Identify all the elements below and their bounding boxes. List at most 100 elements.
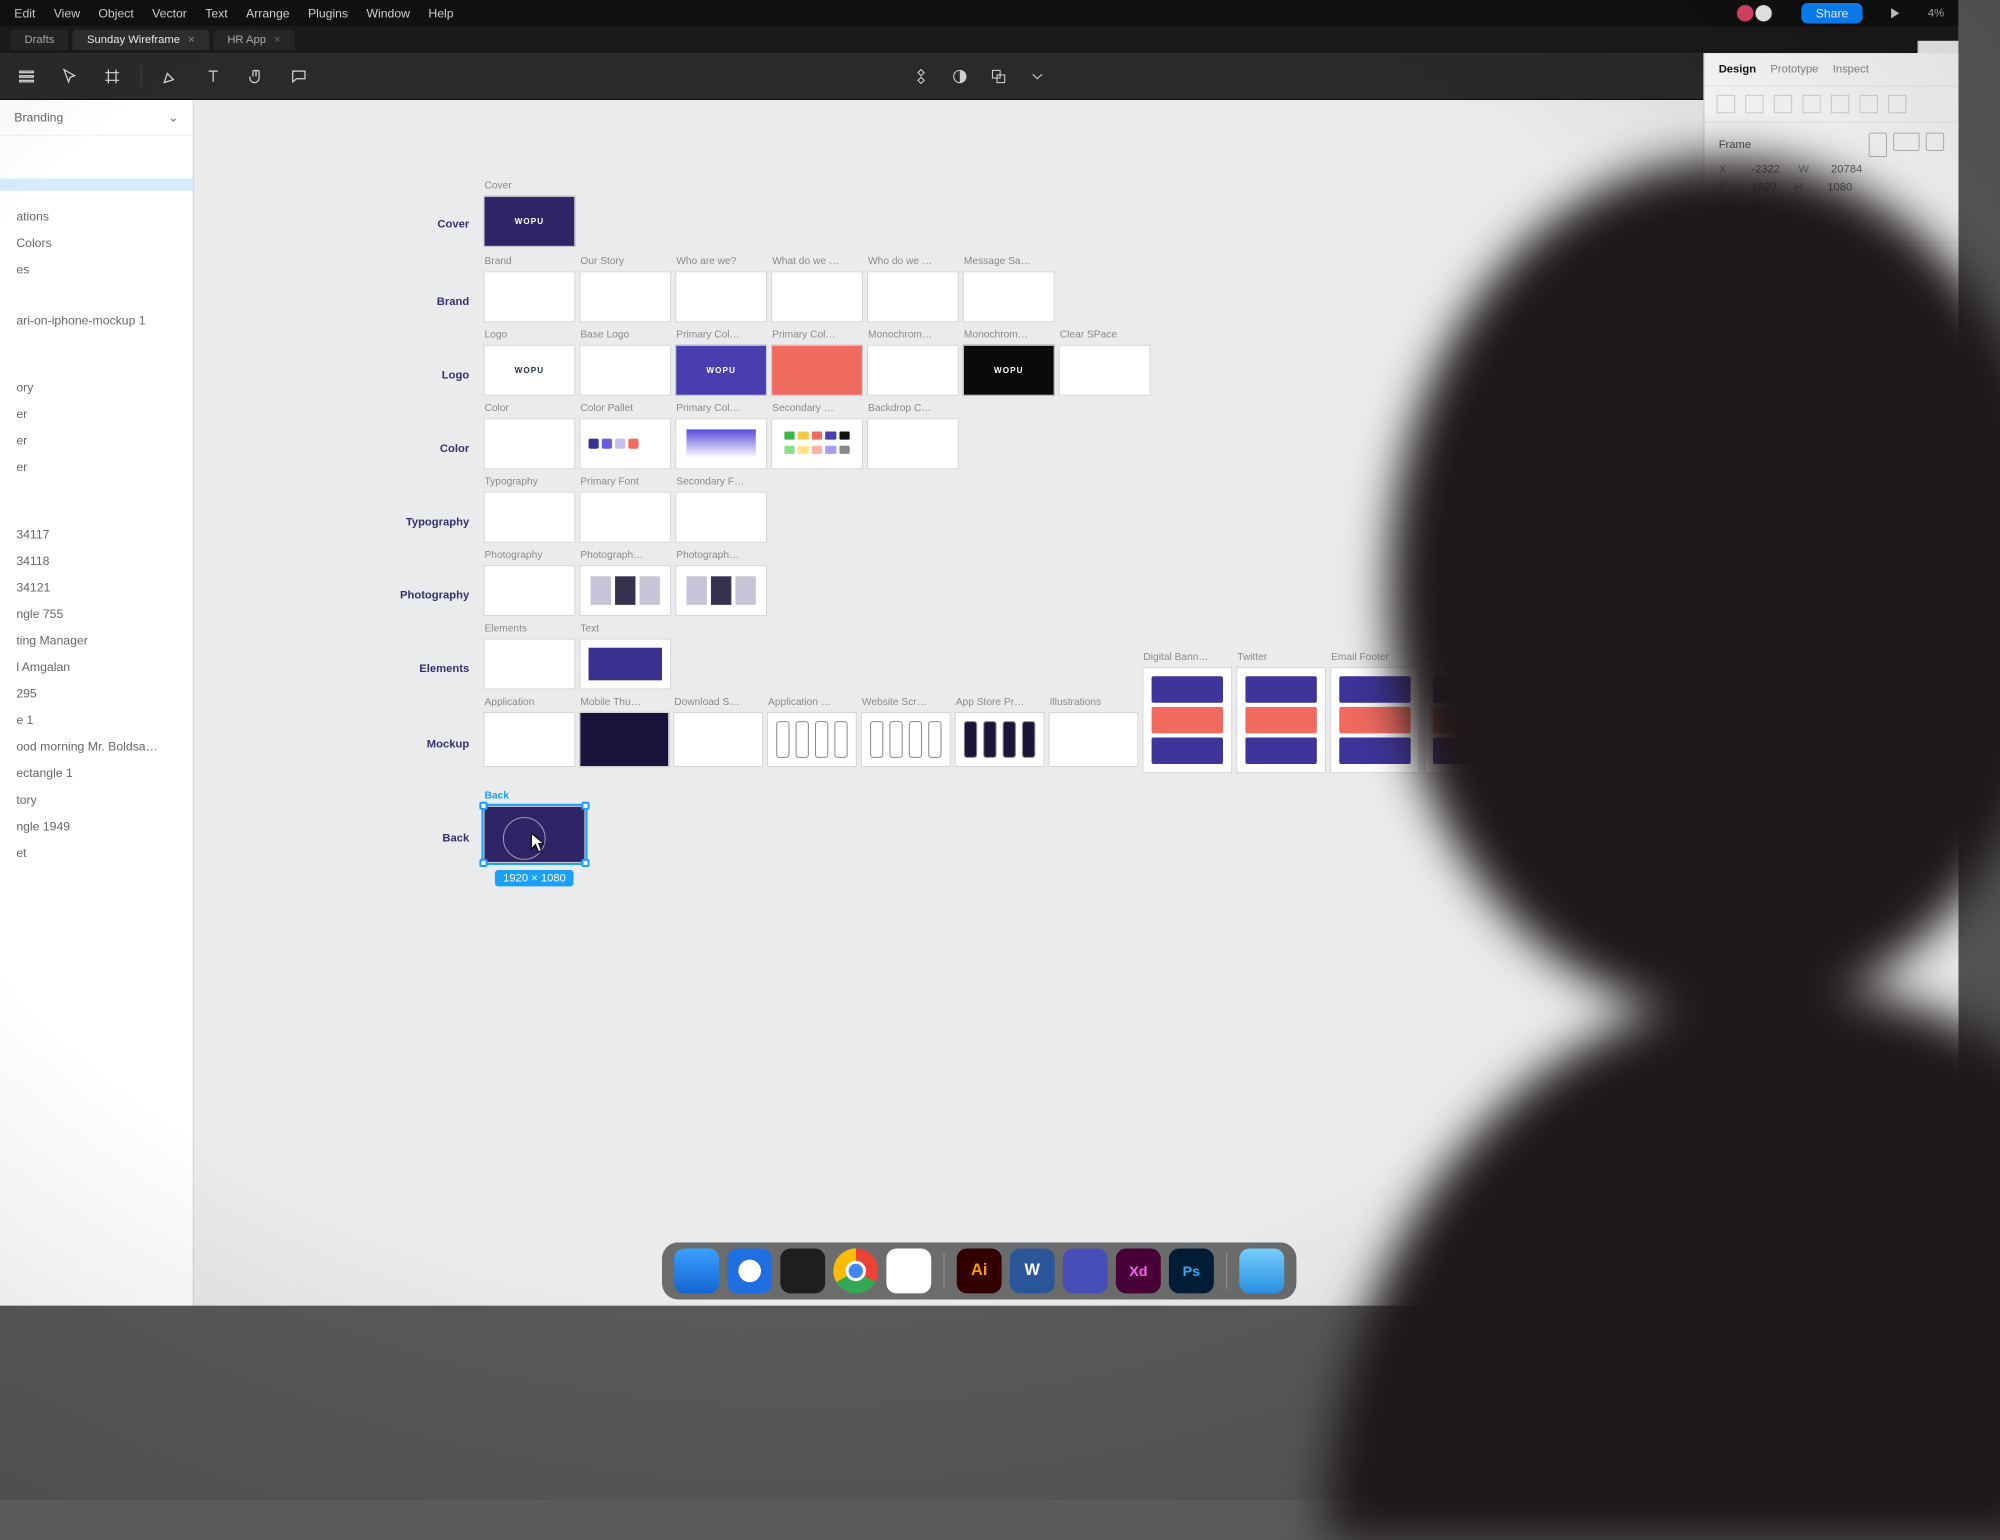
layer-item[interactable]: er [0,427,193,454]
frame-thumbnail[interactable]: Download S… [673,712,763,767]
layer-item[interactable] [0,142,193,154]
comment-tool-icon[interactable] [285,62,314,91]
auto-layout-label[interactable]: Auto layout [1719,253,1775,265]
tab-prototype[interactable]: Prototype [1770,63,1818,75]
layer-item[interactable]: ectangle 1 [0,760,193,787]
frame-thumbnail[interactable]: Color Pallet [579,418,671,469]
dock-app-illustrator[interactable]: Ai [957,1248,1002,1293]
selection-handle[interactable] [479,802,487,810]
menu-edit[interactable]: Edit [14,6,35,20]
frame-preset-square-icon[interactable] [1926,133,1944,151]
tab-drafts[interactable]: Drafts [10,30,68,50]
dock-app-downloads[interactable] [1239,1248,1284,1293]
frame-thumbnail[interactable]: App Store Pr… [955,712,1045,767]
frame-section-elements[interactable]: Elements [483,639,575,690]
dock-app-word[interactable]: W [1010,1248,1055,1293]
chevron-down-icon[interactable] [1025,64,1049,88]
layer-item[interactable]: 34121 [0,574,193,601]
frame-thumbnail[interactable]: Illustrations [1049,712,1139,767]
layer-item[interactable]: ory [0,374,193,401]
avatar[interactable] [1754,4,1772,22]
h-field[interactable]: 1080 [1827,182,1852,194]
menu-help[interactable]: Help [428,6,453,20]
pen-tool-icon[interactable] [156,62,185,91]
component-icon[interactable] [909,64,933,88]
page-selector[interactable]: Branding [14,110,63,124]
frame-thumbnail[interactable]: Photograph… [675,565,767,616]
layer-item[interactable]: e 1 [0,707,193,734]
dock-app-photoshop[interactable]: Ps [1169,1248,1214,1293]
frame-thumbnail[interactable]: Monochrom… [867,345,959,396]
w-field[interactable]: 20784 [1831,163,1862,175]
layer-item[interactable]: ations [0,203,193,230]
selection-handle[interactable] [581,802,589,810]
canvas[interactable]: Cover Brand Logo Color Typography Photog… [194,100,1704,1306]
frame-preset-landscape-icon[interactable] [1893,133,1920,151]
layer-item[interactable]: Colors [0,230,193,257]
align-top-icon[interactable] [1802,95,1820,113]
close-icon[interactable]: × [188,34,195,46]
layer-item[interactable]: er [0,454,193,481]
frame-section-typography[interactable]: Typography [483,492,575,543]
menu-object[interactable]: Object [98,6,133,20]
align-right-icon[interactable] [1774,95,1792,113]
frame-thumbnail[interactable]: Base Logo [579,345,671,396]
y-field[interactable]: 1620 [1751,182,1776,194]
main-menu-icon[interactable] [12,62,41,91]
frame-section-color[interactable]: Color [483,418,575,469]
chevron-down-icon[interactable]: ⌄ [168,110,178,124]
close-icon[interactable]: × [274,34,281,46]
dock-app-figma[interactable] [780,1248,825,1293]
frame-section-photography[interactable]: Photography [483,565,575,616]
frame-tool-icon[interactable] [98,62,127,91]
frame-section-logo[interactable]: Logo WOPU [483,345,575,396]
tab-design[interactable]: Design [1719,63,1756,75]
frame-thumbnail[interactable]: Mobile Thu… [579,712,669,767]
layer-item[interactable]: 34117 [0,521,193,548]
frame-thumbnail[interactable]: What do we … [771,271,863,322]
dock-app-chrome[interactable] [833,1248,878,1293]
dock-app-teams[interactable] [1063,1248,1108,1293]
present-icon[interactable] [1891,8,1899,18]
layer-item[interactable] [0,166,193,178]
menu-arrange[interactable]: Arrange [246,6,290,20]
frame-section-brand[interactable]: Brand [483,271,575,322]
frame-thumbnail[interactable]: Digital Bann… [1142,667,1232,773]
tab-hr-app[interactable]: HR App× [213,30,295,50]
frame-thumbnail[interactable]: Website Scr… [861,712,951,767]
avatar[interactable] [1736,4,1754,22]
frame-elements-text[interactable]: Text [579,639,671,690]
menu-vector[interactable]: Vector [152,6,187,20]
boolean-icon[interactable] [986,64,1010,88]
frame-thumbnail[interactable]: Primary Col…WOPU [675,345,767,396]
frame-thumbnail[interactable]: Twitter [1236,667,1326,773]
dock-app-xd[interactable]: Xd [1116,1248,1161,1293]
layer-item[interactable]: 295 [0,680,193,707]
frame-cover[interactable]: Cover WOPU [483,196,575,247]
mask-icon[interactable] [948,64,972,88]
frame-thumbnail[interactable]: Stationery [1424,667,1514,773]
layer-item[interactable]: ngle 1949 [0,813,193,840]
layer-item[interactable]: er [0,401,193,428]
frame-thumbnail[interactable]: Our Story [579,271,671,322]
selection-handle[interactable] [479,859,487,867]
tab-sunday-wireframe[interactable]: Sunday Wireframe× [73,30,209,50]
frame-preset-portrait-icon[interactable] [1869,133,1887,157]
layer-item[interactable]: l Amgalan [0,654,193,681]
layer-item[interactable]: es [0,256,193,283]
layer-item[interactable]: ood morning Mr. Boldsa… [0,733,193,760]
layer-item[interactable]: ari-on-iphone-mockup 1 [0,307,193,334]
frame-thumbnail[interactable]: Secondary F… [675,492,767,543]
frame-thumbnail[interactable]: Photograph… [579,565,671,616]
menu-window[interactable]: Window [366,6,410,20]
layer-item[interactable] [0,179,193,191]
layer-item[interactable]: tory [0,786,193,813]
menu-view[interactable]: View [54,6,80,20]
zoom-level[interactable]: 4% [1928,7,1944,19]
layer-item[interactable] [0,154,193,166]
menu-text[interactable]: Text [205,6,227,20]
align-bottom-icon[interactable] [1859,95,1877,113]
layer-item[interactable]: 34118 [0,548,193,575]
rotation-field[interactable]: 0° [1751,200,1762,213]
align-left-icon[interactable] [1717,95,1735,113]
